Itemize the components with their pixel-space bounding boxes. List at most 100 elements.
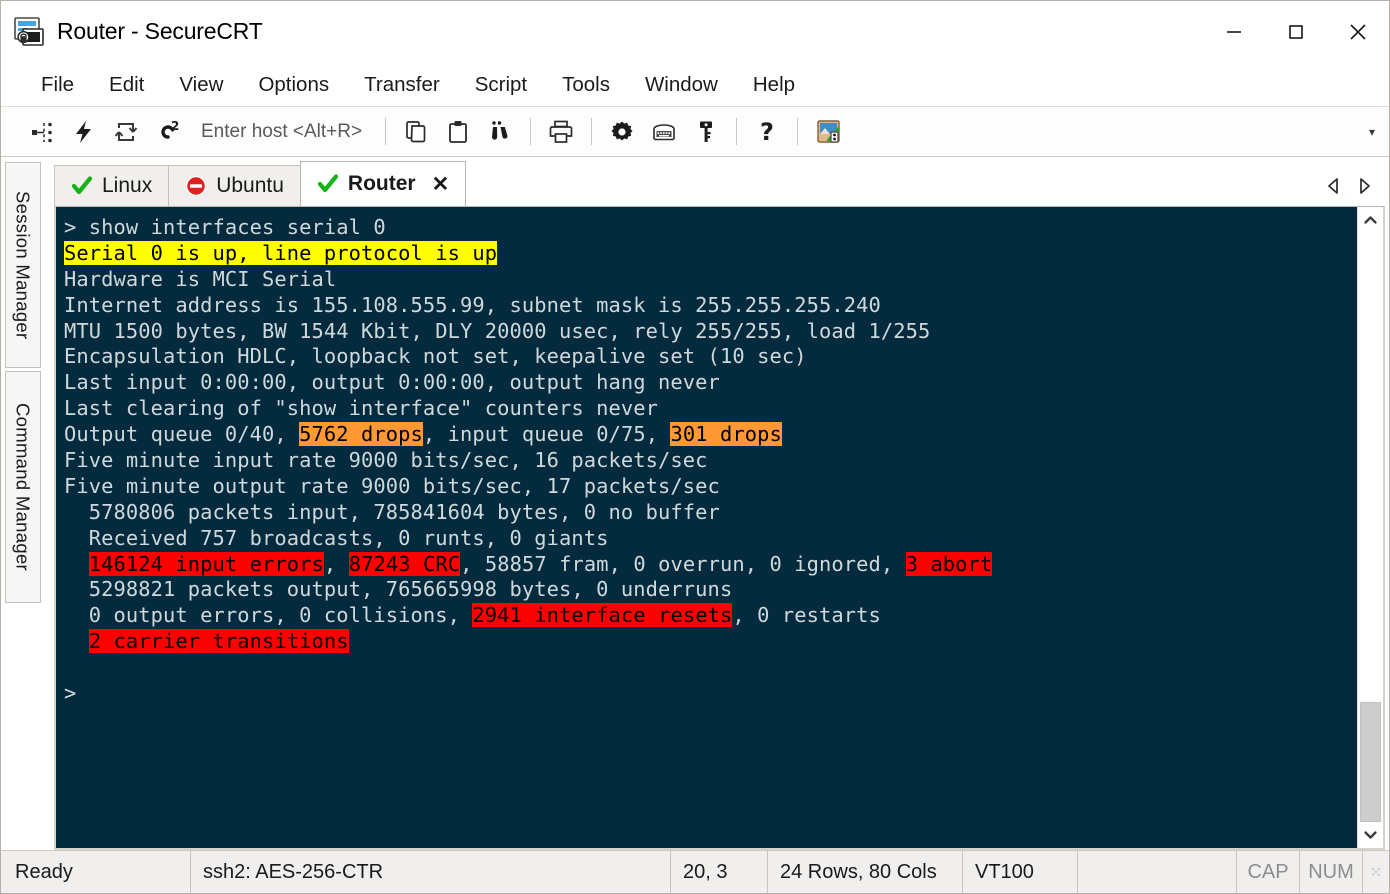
terminal-text: > show interfaces serial 0 xyxy=(64,215,386,239)
toolbar-overflow-button[interactable]: ▾ xyxy=(1369,125,1375,139)
status-caps-indicator: CAP xyxy=(1237,851,1300,894)
close-icon[interactable]: ✕ xyxy=(432,172,450,197)
terminal-line: Five minute output rate 9000 bits/sec, 1… xyxy=(64,474,1357,500)
terminal-highlight-red: 2 carrier transitions xyxy=(89,629,349,653)
key-icon[interactable] xyxy=(685,112,727,152)
host-input[interactable]: Enter host <Alt+R> xyxy=(201,121,362,143)
paste-icon[interactable] xyxy=(437,112,479,152)
terminal-line: Internet address is 155.108.555.99, subn… xyxy=(64,293,1357,319)
gear-icon[interactable] xyxy=(601,112,643,152)
session-tab-router-label: Router xyxy=(348,172,416,196)
find-icon[interactable] xyxy=(479,112,521,152)
menu-file[interactable]: File xyxy=(27,71,88,99)
terminal-line: Received 757 broadcasts, 0 runts, 0 gian… xyxy=(64,526,1357,552)
quick-connect-icon[interactable] xyxy=(63,112,105,152)
terminal-highlight-red: 3 abort xyxy=(906,552,993,576)
connect-sftp-icon[interactable]: 2 xyxy=(147,112,189,152)
terminal-line: 2 carrier transitions xyxy=(64,629,1357,655)
terminal-text: Output queue 0/40, xyxy=(64,422,299,446)
terminal-line: Serial 0 is up, line protocol is up xyxy=(64,241,1357,267)
session-tab-linux[interactable]: Linux xyxy=(54,165,169,206)
terminal-highlight-red: 146124 input errors xyxy=(89,552,324,576)
reconnect-icon[interactable] xyxy=(105,112,147,152)
tab-nav-controls xyxy=(1319,165,1385,206)
terminal-line: Hardware is MCI Serial xyxy=(64,267,1357,293)
menu-options[interactable]: Options xyxy=(244,71,343,99)
terminal-highlight-red: 87243 CRC xyxy=(349,552,460,576)
securecrt-window: Router - SecureCRT File Edit View Option… xyxy=(0,0,1390,894)
session-tab-router[interactable]: Router ✕ xyxy=(300,161,466,206)
menu-edit[interactable]: Edit xyxy=(95,71,158,99)
sidebar-tab-session-manager[interactable]: Session Manager xyxy=(5,162,41,368)
terminal-text: Last input 0:00:00, output 0:00:00, outp… xyxy=(64,370,720,394)
main-pane: Linux Ubuntu xyxy=(45,157,1389,850)
terminal-text: Five minute output rate 9000 bits/sec, 1… xyxy=(64,474,720,498)
menu-window[interactable]: Window xyxy=(631,71,732,99)
maximize-button[interactable] xyxy=(1265,2,1327,61)
terminal-line: Last input 0:00:00, output 0:00:00, outp… xyxy=(64,370,1357,396)
screenshot-icon[interactable] xyxy=(807,112,849,152)
check-icon xyxy=(317,173,339,195)
terminal-highlight-orange: 301 drops xyxy=(670,422,781,446)
terminal-highlight-orange: 5762 drops xyxy=(299,422,423,446)
connect-icon[interactable] xyxy=(21,112,63,152)
svg-text:2: 2 xyxy=(171,119,179,133)
terminal-text: , 58857 fram, 0 overrun, 0 ignored, xyxy=(460,552,906,576)
securecrt-app-icon xyxy=(13,17,45,47)
toolbar-separator-3 xyxy=(591,118,592,145)
terminal-line: Five minute input rate 9000 bits/sec, 16… xyxy=(64,448,1357,474)
scrollbar-thumb[interactable] xyxy=(1360,702,1381,822)
terminal-output[interactable]: > show interfaces serial 0Serial 0 is up… xyxy=(56,207,1357,848)
terminal-text: Internet address is 155.108.555.99, subn… xyxy=(64,293,881,317)
sidebar-tab-session-manager-label: Session Manager xyxy=(12,191,34,339)
help-icon[interactable]: ? xyxy=(746,112,788,152)
session-tab-ubuntu[interactable]: Ubuntu xyxy=(168,165,301,206)
keyboard-icon[interactable] xyxy=(643,112,685,152)
terminal-line: > xyxy=(64,681,1357,707)
terminal-line xyxy=(64,655,1357,681)
menu-transfer[interactable]: Transfer xyxy=(350,71,454,99)
terminal-text: MTU 1500 bytes, BW 1544 Kbit, DLY 20000 … xyxy=(64,319,930,343)
resize-grip-icon[interactable]: ⁙ xyxy=(1363,851,1389,894)
status-dimensions: 24 Rows, 80 Cols xyxy=(768,851,963,894)
terminal-text: , input queue 0/75, xyxy=(423,422,671,446)
window-controls xyxy=(1203,1,1389,62)
terminal-line: Encapsulation HDLC, loopback not set, ke… xyxy=(64,344,1357,370)
minimize-button[interactable] xyxy=(1203,2,1265,61)
terminal-highlight-red: 2941 interface resets xyxy=(472,603,732,627)
terminal-text: Encapsulation HDLC, loopback not set, ke… xyxy=(64,344,807,368)
title-bar: Router - SecureCRT xyxy=(1,1,1389,63)
copy-icon[interactable] xyxy=(395,112,437,152)
toolbar-separator-1 xyxy=(385,118,386,145)
menu-script[interactable]: Script xyxy=(461,71,541,99)
print-icon[interactable] xyxy=(540,112,582,152)
terminal-text: 0 output errors, 0 collisions, xyxy=(64,603,472,627)
status-num-indicator: NUM xyxy=(1300,851,1363,894)
toolbar-separator-5 xyxy=(797,118,798,145)
window-title: Router - SecureCRT xyxy=(57,18,263,45)
status-cipher: ssh2: AES-256-CTR xyxy=(191,851,671,894)
terminal-line: 0 output errors, 0 collisions, 2941 inte… xyxy=(64,603,1357,629)
scroll-down-button[interactable] xyxy=(1358,822,1383,848)
sidebar-tab-command-manager-label: Command Manager xyxy=(12,403,34,571)
sidebar-tab-command-manager[interactable]: Command Manager xyxy=(5,371,41,603)
close-button[interactable] xyxy=(1327,2,1389,61)
terminal-line: Output queue 0/40, 5762 drops, input que… xyxy=(64,422,1357,448)
terminal-text: , xyxy=(324,552,349,576)
menu-help[interactable]: Help xyxy=(739,71,809,99)
status-bar: Ready ssh2: AES-256-CTR 20, 3 24 Rows, 8… xyxy=(1,850,1389,893)
svg-text:?: ? xyxy=(760,119,774,145)
menu-tools[interactable]: Tools xyxy=(548,71,624,99)
status-emulation: VT100 xyxy=(963,851,1078,894)
scrollbar-track[interactable] xyxy=(1358,233,1383,822)
menu-view[interactable]: View xyxy=(165,71,237,99)
status-ready: Ready xyxy=(1,851,191,894)
toolbar-separator-4 xyxy=(736,118,737,145)
menu-bar: File Edit View Options Transfer Script T… xyxy=(1,63,1389,107)
chevron-left-icon[interactable] xyxy=(1319,169,1349,203)
status-spacer xyxy=(1078,851,1237,894)
scroll-up-button[interactable] xyxy=(1358,207,1383,233)
chevron-right-icon[interactable] xyxy=(1349,169,1379,203)
terminal-scrollbar[interactable] xyxy=(1357,207,1383,848)
terminal-line: 146124 input errors, 87243 CRC, 58857 fr… xyxy=(64,552,1357,578)
